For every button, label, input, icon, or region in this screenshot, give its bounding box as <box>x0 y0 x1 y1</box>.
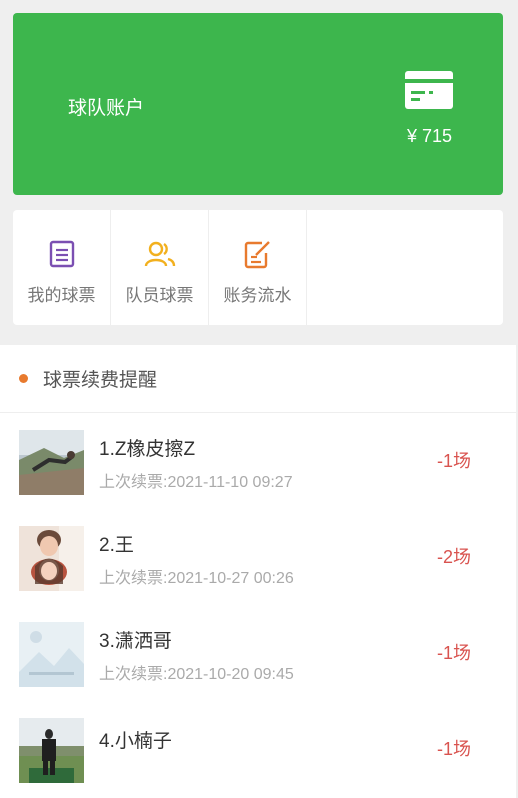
team-account-card[interactable]: 球队账户 ¥ 715 <box>13 13 503 195</box>
list-item[interactable]: 1.Z橡皮擦Z 上次续票:2021-11-10 09:27 -1场 <box>0 414 516 510</box>
menu-label: 队员球票 <box>125 286 194 305</box>
menu-label: 我的球票 <box>27 286 96 305</box>
reminder-title: 球票续费提醒 <box>43 370 158 391</box>
avatar <box>19 526 84 591</box>
menu-my-tickets[interactable]: 我的球票 <box>13 210 111 325</box>
menu-member-tickets[interactable]: 队员球票 <box>111 210 209 325</box>
edit-note-icon <box>244 241 270 269</box>
avatar <box>19 430 84 495</box>
ticket-count: -1场 <box>436 451 471 471</box>
last-renewal-time: 上次续票:2021-10-27 00:26 <box>99 570 294 587</box>
account-balance: ¥ 715 <box>407 126 453 146</box>
reminder-header: 球票续费提醒 <box>0 345 516 413</box>
last-renewal-time: 上次续票:2021-11-10 09:27 <box>99 474 293 491</box>
account-title: 球队账户 <box>68 98 145 119</box>
member-name: 3.潇洒哥 <box>99 631 172 652</box>
bullet-dot-icon <box>19 374 28 383</box>
member-name: 1.Z橡皮擦Z <box>99 439 196 460</box>
avatar <box>19 622 84 687</box>
renewal-reminder-section: 球票续费提醒 1.Z橡皮擦Z 上次续票:2021-11-10 09:27 -1场 <box>0 345 516 798</box>
ticket-count: -1场 <box>436 643 471 663</box>
ticket-list-icon <box>49 240 74 268</box>
quick-menu: 我的球票 队员球票 账务流水 <box>13 210 503 325</box>
list-item[interactable]: 3.潇洒哥 上次续票:2021-10-20 09:45 -1场 <box>0 606 516 702</box>
menu-label: 账务流水 <box>223 286 292 305</box>
ticket-count: -1场 <box>436 739 471 759</box>
last-renewal-time: 上次续票:2021-10-20 09:45 <box>99 666 294 683</box>
avatar <box>19 718 84 783</box>
credit-card-icon <box>405 71 453 109</box>
list-item[interactable]: 2.王 上次续票:2021-10-27 00:26 -2场 <box>0 510 516 606</box>
users-icon <box>144 241 175 267</box>
list-item[interactable]: 4.小楠子 -1场 <box>0 702 516 798</box>
member-name: 4.小楠子 <box>99 731 172 752</box>
menu-account-flow[interactable]: 账务流水 <box>209 210 307 325</box>
member-name: 2.王 <box>99 535 134 556</box>
ticket-count: -2场 <box>436 547 471 567</box>
